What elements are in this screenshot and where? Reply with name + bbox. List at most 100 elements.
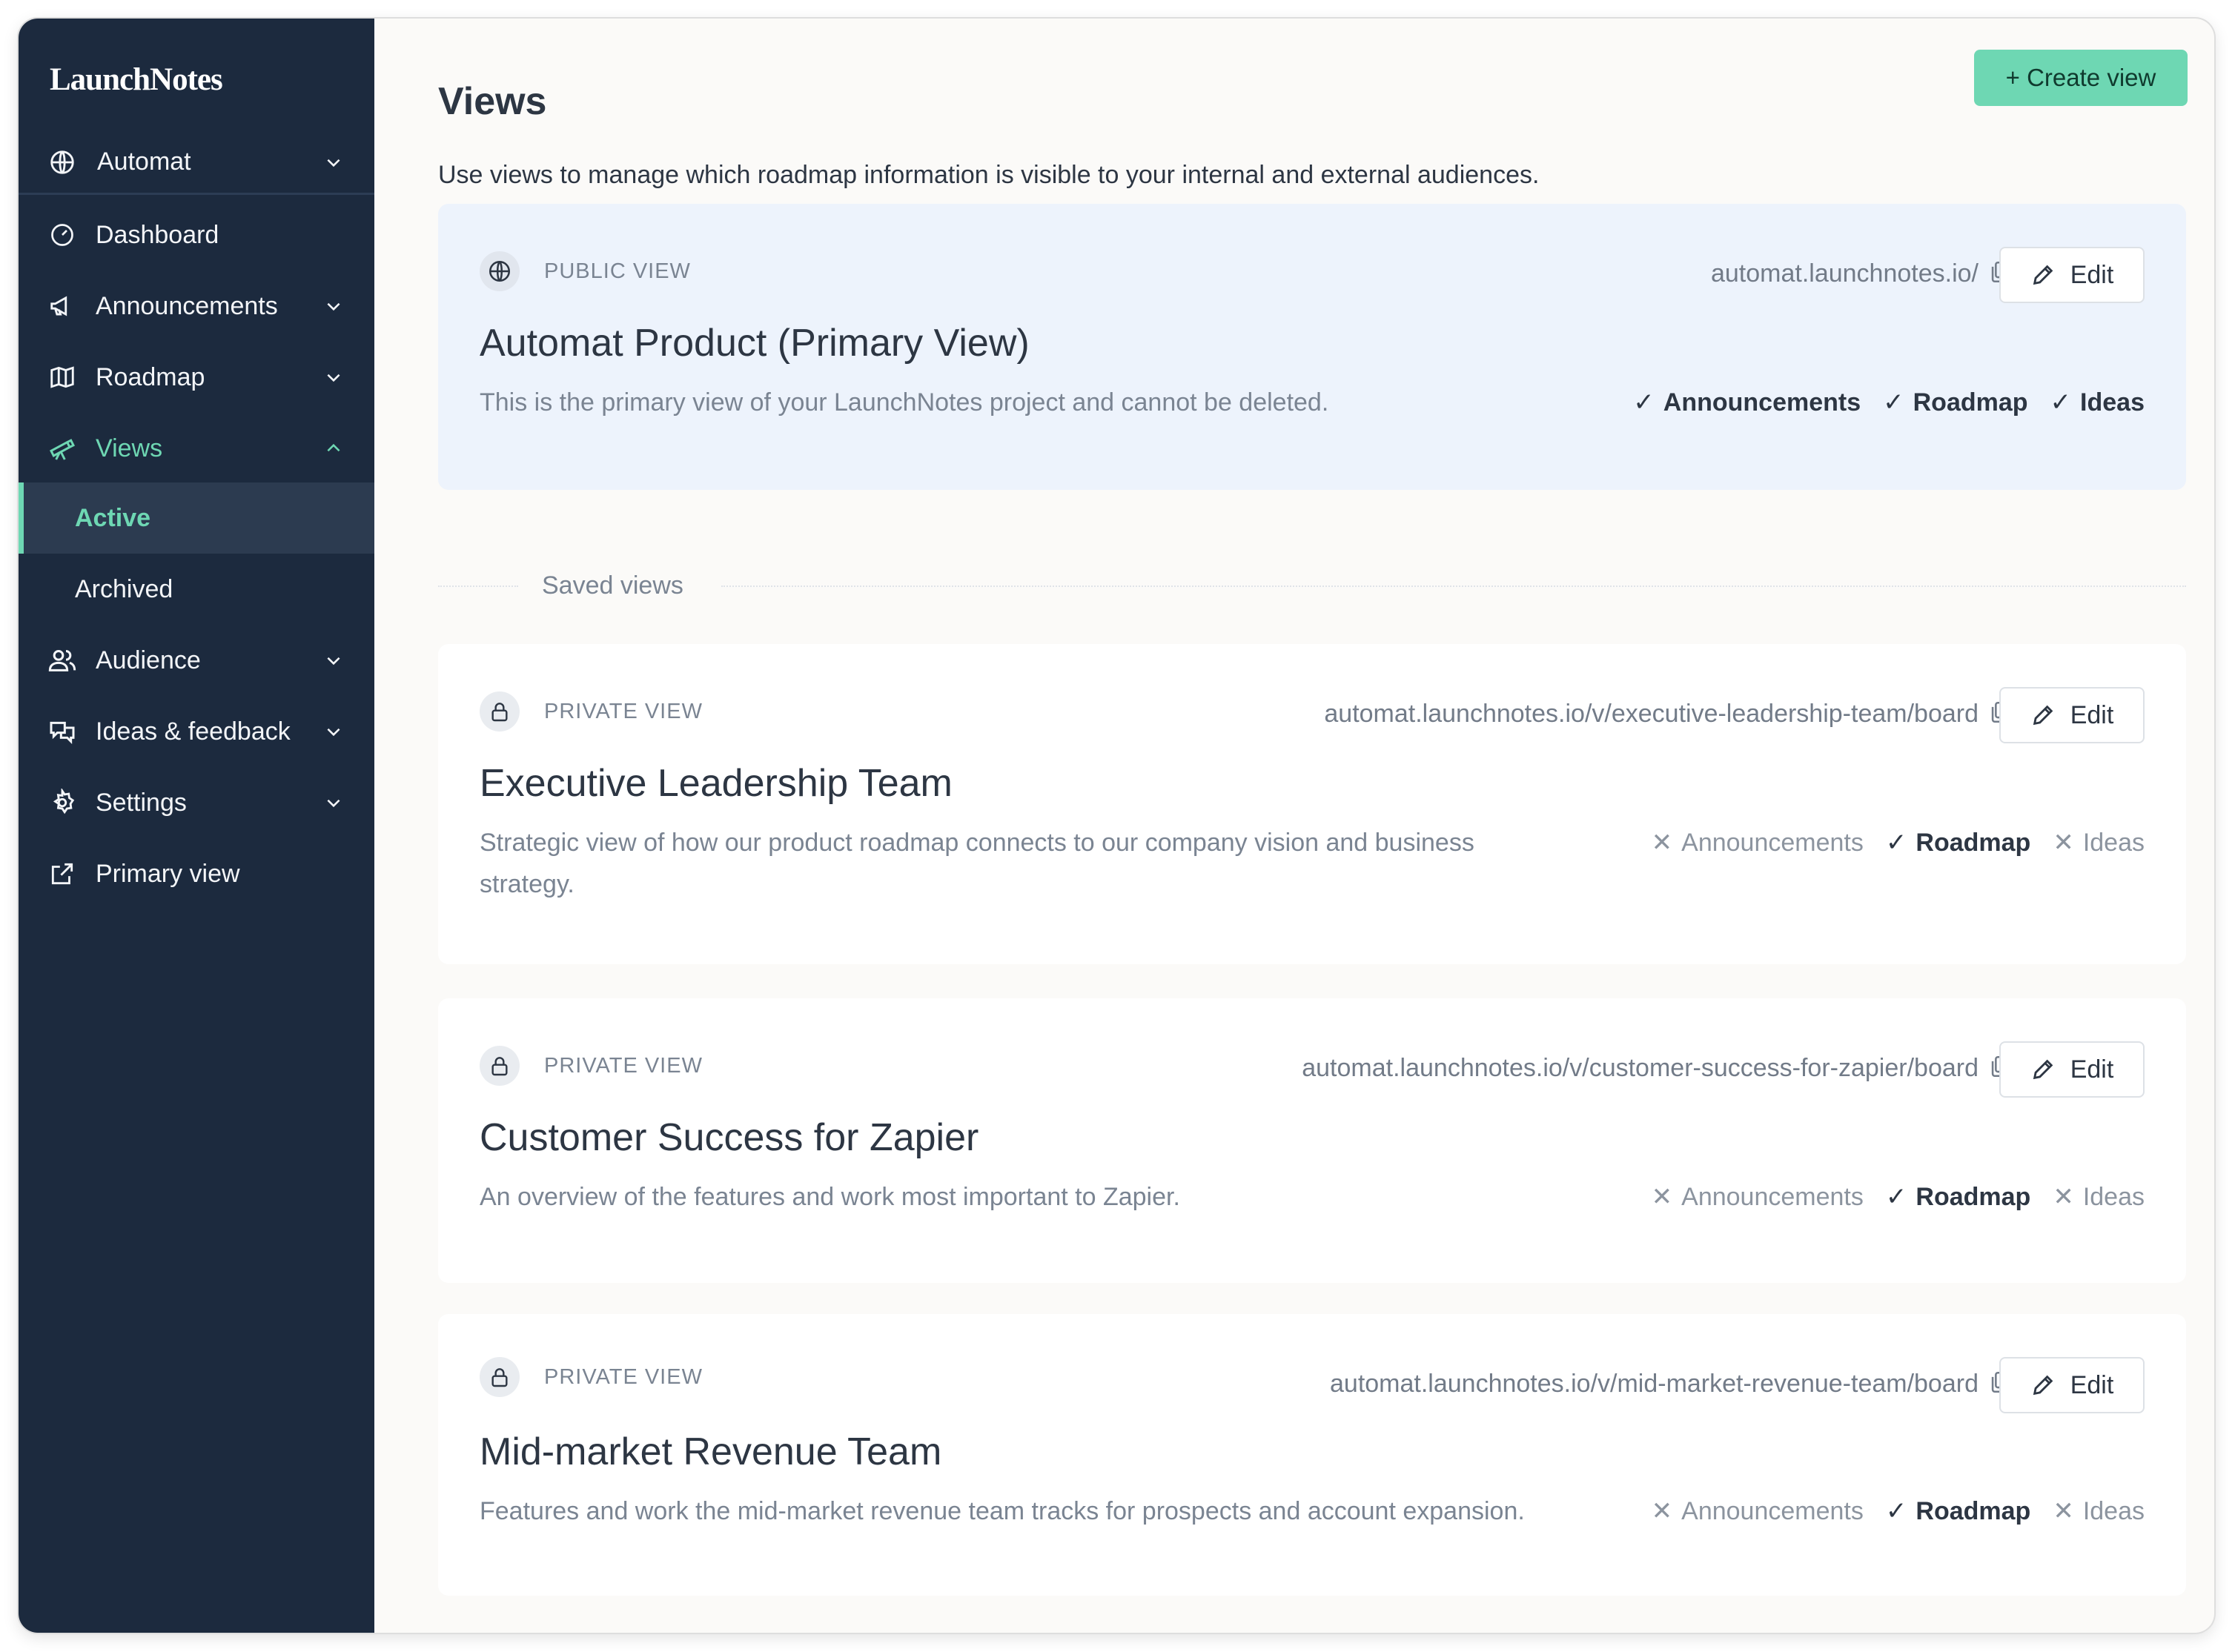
- chevron-down-icon: [322, 792, 345, 814]
- feature-label: Announcements: [1681, 1496, 1864, 1525]
- feature-label: Ideas: [2080, 388, 2145, 417]
- sidebar-subitem-archived[interactable]: Archived: [19, 554, 374, 625]
- feature-list: ✕ Announcements ✓ Roadmap ✕ Ideas: [1652, 828, 2145, 857]
- chevron-down-icon: [322, 366, 345, 388]
- feature-label: Ideas: [2082, 828, 2145, 857]
- sidebar-item-primary-view[interactable]: Primary view: [19, 838, 374, 909]
- view-url: automat.launchnotes.io/v/mid-market-reve…: [1330, 1370, 1979, 1398]
- telescope-icon: [47, 433, 78, 464]
- feature-roadmap: ✓ Roadmap: [1886, 828, 2030, 857]
- edit-button[interactable]: Edit: [1999, 247, 2145, 303]
- lock-icon: [480, 691, 520, 732]
- saved-views-label: Saved views: [542, 571, 683, 600]
- sidebar-item-dashboard[interactable]: Dashboard: [19, 199, 374, 271]
- x-icon: ✕: [2053, 829, 2074, 857]
- divider-line: [721, 586, 2186, 587]
- view-description-line: strategy.: [480, 870, 575, 898]
- x-icon: ✕: [1651, 1183, 1673, 1211]
- feature-list: ✓ Announcements ✓ Roadmap ✓ Ideas: [1633, 388, 2145, 417]
- sidebar-subitem-active[interactable]: Active: [19, 482, 374, 554]
- pencil-icon: [2033, 265, 2053, 285]
- feature-list: ✕ Announcements ✓ Roadmap ✕ Ideas: [1652, 1496, 2145, 1526]
- external-link-icon: [47, 858, 78, 889]
- users-icon: [47, 645, 78, 676]
- sidebar-subitem-label: Active: [75, 503, 151, 532]
- feature-label: Roadmap: [1913, 388, 2028, 417]
- sidebar-item-label: Ideas & feedback: [96, 717, 291, 746]
- feature-roadmap: ✓ Roadmap: [1883, 388, 2027, 417]
- view-description: Features and work the mid-market revenue…: [480, 1497, 1525, 1525]
- view-type-label: PRIVATE VIEW: [544, 1365, 703, 1389]
- check-icon: ✓: [2050, 388, 2072, 417]
- sidebar-item-label: Announcements: [96, 291, 278, 320]
- pencil-icon: [2033, 1375, 2053, 1396]
- sidebar-item-roadmap[interactable]: Roadmap: [19, 342, 374, 413]
- edit-button[interactable]: Edit: [1999, 687, 2145, 743]
- x-icon: ✕: [2053, 1497, 2074, 1525]
- view-type-label: PRIVATE VIEW: [544, 1054, 703, 1078]
- chevron-up-icon: [322, 437, 345, 460]
- brand-logo[interactable]: LaunchNotes: [50, 62, 223, 98]
- chevron-down-icon: [322, 649, 345, 671]
- primary-view-card: PUBLIC VIEW automat.launchnotes.io/ Edit…: [438, 204, 2186, 490]
- feature-ideas: ✕ Ideas: [2053, 1496, 2145, 1526]
- feature-label: Announcements: [1663, 388, 1861, 417]
- x-icon: ✕: [1651, 1497, 1673, 1525]
- feature-roadmap: ✓ Roadmap: [1886, 1182, 2030, 1212]
- feature-label: Announcements: [1681, 1182, 1864, 1211]
- map-icon: [47, 362, 78, 393]
- saved-view-card: PRIVATE VIEW automat.launchnotes.io/v/mi…: [438, 1314, 2186, 1596]
- view-title: Automat Product (Primary View): [480, 322, 1030, 365]
- feature-announcements: ✕ Announcements: [1652, 1496, 1864, 1526]
- edit-button[interactable]: Edit: [1999, 1041, 2145, 1098]
- sidebar-item-announcements[interactable]: Announcements: [19, 271, 374, 342]
- lock-icon: [480, 1357, 520, 1397]
- create-view-button[interactable]: + Create view: [1974, 50, 2188, 106]
- view-description: Strategic view of how our product roadma…: [480, 822, 1474, 905]
- pencil-icon: [2033, 1059, 2053, 1080]
- sidebar-subitem-label: Archived: [75, 574, 173, 603]
- sidebar-item-label: Dashboard: [96, 220, 219, 249]
- feature-label: Announcements: [1681, 828, 1864, 857]
- feature-announcements: ✕ Announcements: [1652, 828, 1864, 857]
- feature-label: Roadmap: [1916, 1182, 2031, 1211]
- sidebar-item-audience[interactable]: Audience: [19, 625, 374, 696]
- pencil-icon: [2033, 705, 2053, 726]
- chevron-down-icon: [322, 151, 345, 173]
- x-icon: ✕: [1651, 829, 1673, 857]
- workspace-name: Automat: [97, 147, 191, 176]
- sidebar: LaunchNotes Automat Dashboard Announceme…: [19, 19, 374, 1633]
- divider-line: [438, 586, 518, 587]
- edit-label: Edit: [2070, 700, 2114, 729]
- megaphone-icon: [47, 291, 78, 322]
- view-title: Mid-market Revenue Team: [480, 1430, 942, 1473]
- edit-button[interactable]: Edit: [1999, 1357, 2145, 1413]
- sidebar-item-label: Audience: [96, 646, 201, 674]
- check-icon: ✓: [1885, 1497, 1907, 1525]
- gear-icon: [47, 787, 78, 818]
- app-window: LaunchNotes Automat Dashboard Announceme…: [19, 19, 2214, 1633]
- sidebar-item-settings[interactable]: Settings: [19, 767, 374, 838]
- view-url: automat.launchnotes.io/: [1710, 259, 1979, 288]
- check-icon: ✓: [1633, 388, 1655, 417]
- feature-roadmap: ✓ Roadmap: [1886, 1496, 2030, 1526]
- check-icon: ✓: [1883, 388, 1904, 417]
- edit-label: Edit: [2070, 1055, 2114, 1084]
- feature-label: Ideas: [2082, 1182, 2145, 1211]
- page-title: Views: [438, 80, 547, 123]
- workspace-switcher[interactable]: Automat: [19, 131, 374, 195]
- main-content: Views + Create view Use views to manage …: [374, 19, 2214, 1633]
- edit-label: Edit: [2070, 260, 2114, 289]
- sidebar-item-views[interactable]: Views: [19, 413, 374, 484]
- page-description: Use views to manage which roadmap inform…: [438, 161, 1540, 189]
- feature-ideas: ✕ Ideas: [2053, 828, 2145, 857]
- feature-announcements: ✕ Announcements: [1652, 1182, 1864, 1212]
- saved-view-card: PRIVATE VIEW automat.launchnotes.io/v/cu…: [438, 998, 2186, 1283]
- sidebar-item-label: Primary view: [96, 859, 240, 888]
- view-description: An overview of the features and work mos…: [480, 1183, 1180, 1211]
- sidebar-item-label: Settings: [96, 788, 187, 817]
- sidebar-item-label: Roadmap: [96, 362, 205, 391]
- sidebar-item-ideas-feedback[interactable]: Ideas & feedback: [19, 696, 374, 767]
- feature-ideas: ✕ Ideas: [2053, 1182, 2145, 1212]
- view-url: automat.launchnotes.io/v/executive-leade…: [1324, 700, 1979, 728]
